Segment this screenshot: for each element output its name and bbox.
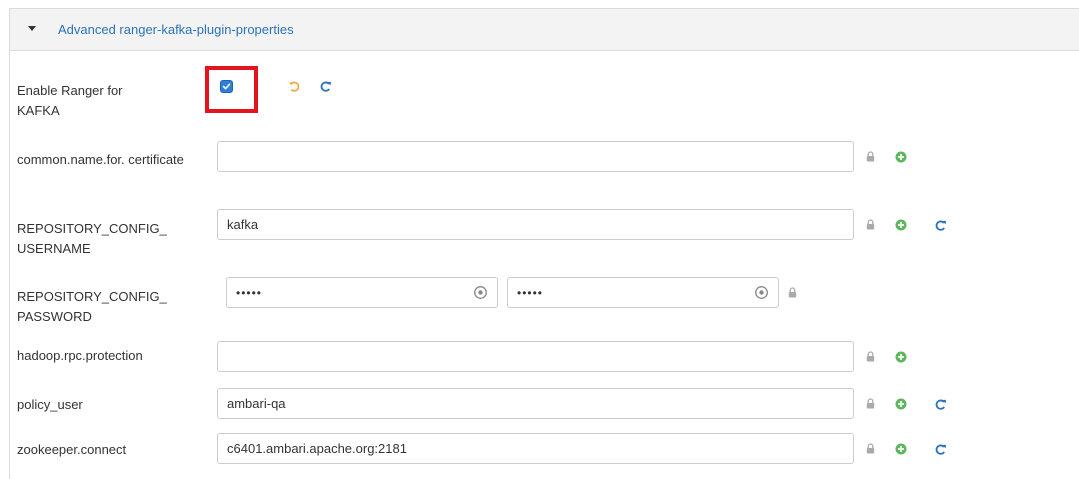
add-icon[interactable] — [895, 398, 907, 410]
show-password-icon[interactable] — [754, 285, 769, 300]
lock-icon — [866, 219, 875, 230]
add-icon[interactable] — [895, 151, 907, 163]
lock-icon — [866, 351, 875, 362]
policy-user-input[interactable]: ambari-qa — [217, 388, 854, 419]
hadoop-rpc-label: hadoop.rpc.protection — [17, 348, 143, 363]
lock-icon — [866, 151, 875, 162]
refresh-icon[interactable] — [934, 398, 947, 411]
repo-username-input[interactable]: kafka — [217, 209, 854, 240]
section-header[interactable]: Advanced ranger-kafka-plugin-properties — [10, 9, 1079, 51]
zookeeper-connect-input[interactable]: c6401.ambari.apache.org:2181 — [217, 433, 854, 464]
add-icon[interactable] — [895, 219, 907, 231]
show-password-icon[interactable] — [473, 285, 488, 300]
add-icon[interactable] — [895, 351, 907, 363]
section-title[interactable]: Advanced ranger-kafka-plugin-properties — [58, 22, 294, 37]
undo-icon[interactable] — [288, 80, 301, 93]
common-name-label: common.name.for. certificate — [17, 152, 184, 167]
enable-ranger-label: Enable Ranger for KAFKA — [17, 83, 123, 118]
zookeeper-connect-label: zookeeper.connect — [17, 442, 127, 457]
repo-password-confirm-input[interactable]: ••••• — [507, 277, 779, 308]
hadoop-rpc-input[interactable] — [217, 341, 854, 372]
refresh-icon[interactable] — [934, 219, 947, 232]
password-confirm-value: ••••• — [517, 286, 544, 300]
lock-icon — [866, 398, 875, 409]
password-value: ••••• — [236, 286, 263, 300]
refresh-icon[interactable] — [934, 443, 947, 456]
repo-username-label: REPOSITORY_CONFIG_ USERNAME — [17, 221, 167, 256]
lock-icon — [866, 443, 875, 454]
policy-user-label: policy_user — [17, 397, 83, 412]
repo-password-label: REPOSITORY_CONFIG_ PASSWORD — [17, 289, 167, 324]
enable-ranger-checkbox[interactable] — [220, 80, 233, 93]
common-name-input[interactable] — [217, 141, 854, 172]
caret-down-icon[interactable] — [28, 26, 36, 31]
repo-password-input[interactable]: ••••• — [226, 277, 498, 308]
add-icon[interactable] — [895, 443, 907, 455]
refresh-icon[interactable] — [319, 80, 332, 93]
lock-icon — [788, 287, 797, 298]
